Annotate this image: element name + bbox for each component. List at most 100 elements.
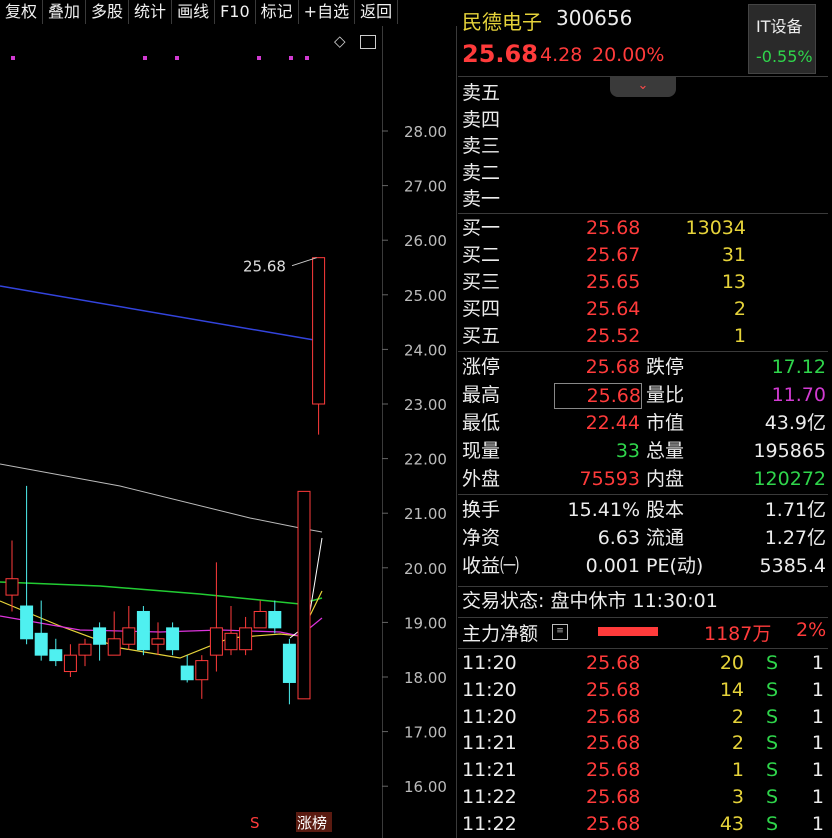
stat-label: 最高: [462, 384, 501, 406]
diamond-icon[interactable]: ◇: [334, 32, 346, 50]
y-tick-label: 17.00: [404, 724, 447, 742]
tick-volume: 1: [731, 759, 744, 782]
stat-value: 33: [615, 440, 640, 462]
candle-body[interactable]: [209, 627, 223, 656]
candle-body[interactable]: [312, 257, 326, 405]
fund-value: 1.27亿: [764, 527, 826, 549]
tick-volume: 2: [731, 732, 744, 755]
stat-label: 内盘: [646, 468, 685, 490]
candle-body[interactable]: [93, 627, 107, 645]
candle-body[interactable]: [180, 665, 194, 681]
candle-body[interactable]: [195, 660, 209, 681]
candle-body[interactable]: [239, 627, 253, 651]
signal-dot: [305, 56, 309, 60]
signal-dot: [257, 56, 261, 60]
tick-count: 1: [811, 759, 824, 782]
tick-side: S: [766, 678, 779, 701]
bid-price[interactable]: 25.64: [586, 296, 640, 323]
candle-body[interactable]: [78, 643, 92, 656]
kline-svg[interactable]: 28.00 27.00 26.00 25.00 24.00 23.00 22.00 21.00…: [0, 26, 457, 838]
main-flow-amount: 1187万: [704, 623, 772, 645]
main-flow-label: 主力净额: [462, 623, 539, 645]
last-price: 25.68: [462, 40, 538, 68]
stat-label: 现量: [462, 440, 501, 462]
fund-label: PE(动): [646, 555, 704, 577]
tick-count: 1: [811, 705, 824, 728]
fund-value: 6.63: [597, 527, 640, 549]
stat-label: 涨停: [462, 356, 501, 378]
bid-price[interactable]: 25.67: [586, 242, 640, 269]
fund-label: 股本: [646, 499, 685, 521]
candle-body[interactable]: [166, 627, 180, 651]
toolbar-add-watchlist-button[interactable]: +自选: [299, 0, 356, 24]
bid-level-label: 买一: [462, 217, 501, 239]
toolbar-multi-stock-button[interactable]: 多股: [86, 0, 130, 24]
toolbar-back-button[interactable]: 返回: [355, 0, 399, 24]
toolbar-mark-button[interactable]: 标记: [256, 0, 299, 24]
stat-value: 11.70: [771, 384, 826, 406]
candle-body[interactable]: [282, 643, 296, 683]
tick-count: 1: [811, 732, 824, 755]
fund-value: 1.71亿: [764, 499, 826, 521]
candle-body[interactable]: [63, 654, 77, 673]
candle-body[interactable]: [253, 610, 267, 629]
stat-label: 总量: [646, 440, 685, 462]
main-flow-bar: [598, 627, 658, 636]
toolbar-stats-button[interactable]: 统计: [129, 0, 173, 24]
bid-level-label: 买二: [462, 244, 501, 266]
toolbar-overlay-button[interactable]: 叠加: [43, 0, 87, 24]
stat-label: 外盘: [462, 468, 501, 490]
toolbar-fuquan-button[interactable]: 复权: [0, 0, 44, 24]
candle-body[interactable]: [5, 578, 19, 596]
kline-chart[interactable]: 28.00 27.00 26.00 25.00 24.00 23.00 22.00 21.00…: [0, 26, 457, 838]
tick-side: S: [766, 759, 779, 782]
sector-box[interactable]: IT设备 -0.55%: [748, 4, 816, 74]
signal-dot: [289, 56, 293, 60]
tick-price: 25.68: [586, 678, 641, 701]
ma-line-blue: [0, 285, 321, 342]
tick-price: 25.68: [586, 652, 641, 674]
bid-price[interactable]: 25.65: [586, 269, 640, 296]
stat-value: 25.68: [554, 383, 642, 409]
candle-body[interactable]: [151, 638, 165, 645]
bid-price[interactable]: 25.52: [586, 323, 640, 350]
candle-body[interactable]: [136, 610, 150, 651]
stat-value: 43.9亿: [764, 412, 826, 434]
fund-label: 净资: [462, 527, 501, 549]
bid-volume: 1: [733, 325, 746, 347]
tick-side: S: [766, 732, 779, 755]
ma-line-white: [0, 463, 323, 533]
candle-body[interactable]: [268, 610, 282, 629]
sector-change: -0.55%: [756, 47, 813, 66]
ask-level-label: 卖二: [462, 161, 501, 184]
tick-volume: 2: [731, 705, 744, 728]
bid-price[interactable]: 25.68: [586, 215, 640, 242]
toolbar-f10-button[interactable]: F10: [215, 0, 256, 24]
ask-level-label: 卖五: [462, 82, 501, 104]
bid-level-label: 买三: [462, 271, 501, 293]
bottom-marker-zhangbang: 涨榜: [297, 814, 327, 832]
ask-level-label: 卖一: [462, 188, 501, 210]
panel-toggle-icon[interactable]: [360, 35, 376, 49]
candle-body[interactable]: [224, 632, 238, 651]
signal-dot: [175, 56, 179, 60]
list-icon[interactable]: ≡: [552, 624, 568, 640]
trade-status: 交易状态: 盘中休市 11:30:01: [462, 590, 718, 612]
tick-count: 1: [811, 652, 824, 674]
price-change-pct: 20.00%: [592, 44, 665, 66]
candle-body[interactable]: [49, 649, 63, 662]
collapse-chevron-icon[interactable]: ⌄: [610, 77, 676, 97]
toolbar: 复权 叠加 多股 统计 画线 F10 标记 +自选 返回: [0, 0, 457, 26]
stat-label: 市值: [646, 412, 685, 434]
bottom-marker-s: S: [250, 814, 260, 832]
ask-level-label: 卖三: [462, 135, 501, 157]
candle-body[interactable]: [34, 632, 48, 656]
bid-level-label: 买四: [462, 298, 501, 320]
candle-body[interactable]: [122, 627, 136, 645]
toolbar-draw-button[interactable]: 画线: [172, 0, 216, 24]
stat-value: 195865: [753, 440, 826, 462]
stat-value: 75593: [579, 468, 640, 490]
candle-body[interactable]: [297, 490, 311, 700]
candle-body[interactable]: [20, 605, 34, 640]
candle-body[interactable]: [107, 638, 121, 656]
